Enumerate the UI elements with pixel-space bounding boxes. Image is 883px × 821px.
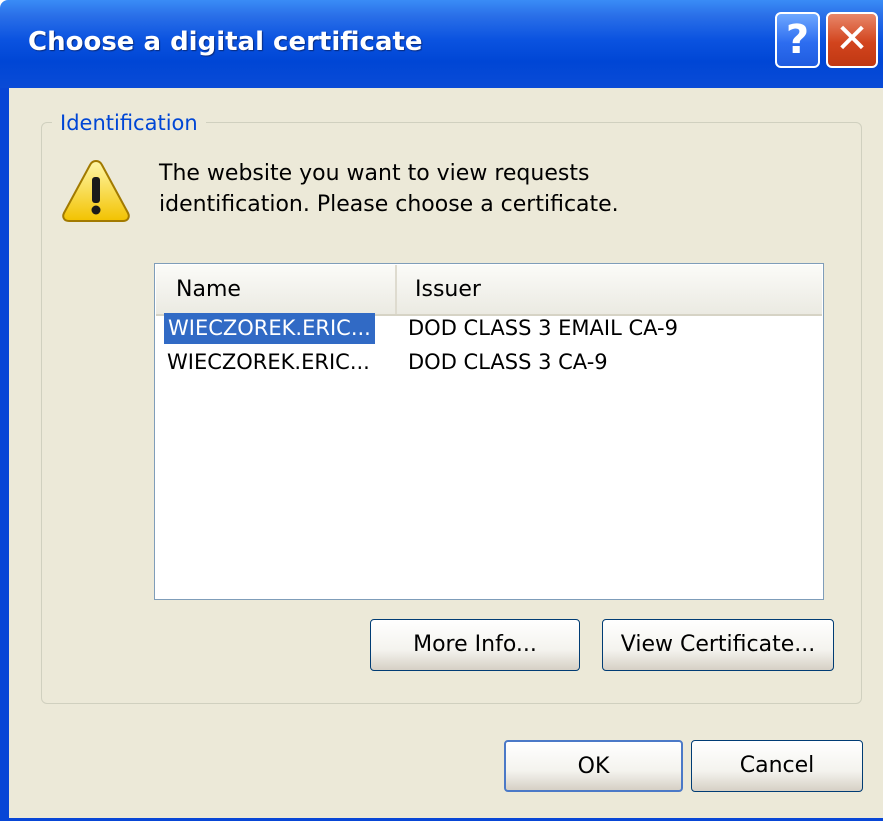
help-icon: ? bbox=[785, 17, 810, 63]
close-button[interactable]: ✕ bbox=[826, 12, 878, 68]
window-border-left bbox=[0, 88, 9, 821]
certificate-row[interactable]: WIECZOREK.ERIC... DOD CLASS 3 CA-9 bbox=[155, 347, 821, 378]
more-info-button[interactable]: More Info... bbox=[370, 619, 580, 671]
message-line-2: identification. Please choose a certific… bbox=[159, 192, 619, 217]
warning-icon bbox=[62, 159, 130, 222]
help-button[interactable]: ? bbox=[775, 12, 820, 68]
certificate-issuer: DOD CLASS 3 CA-9 bbox=[408, 350, 608, 374]
title-bar[interactable]: Choose a digital certificate ? ✕ bbox=[0, 0, 883, 88]
certificate-issuer: DOD CLASS 3 EMAIL CA-9 bbox=[408, 316, 678, 340]
column-header-issuer[interactable]: Issuer bbox=[397, 265, 822, 314]
view-certificate-button[interactable]: View Certificate... bbox=[602, 619, 834, 671]
dialog-title: Choose a digital certificate bbox=[28, 27, 423, 57]
list-header: Name Issuer bbox=[156, 265, 822, 316]
close-icon: ✕ bbox=[835, 16, 869, 62]
ok-button[interactable]: OK bbox=[504, 740, 683, 792]
identification-message: The website you want to view requests id… bbox=[159, 158, 759, 220]
column-header-name[interactable]: Name bbox=[156, 265, 397, 314]
certificate-name: WIECZOREK.ERIC... bbox=[167, 350, 370, 374]
certificate-row[interactable]: WIECZOREK.ERIC... DOD CLASS 3 EMAIL CA-9 bbox=[155, 313, 821, 344]
certificate-dialog: Choose a digital certificate ? ✕ Identif… bbox=[0, 0, 883, 821]
message-line-1: The website you want to view requests bbox=[159, 161, 590, 186]
cancel-button[interactable]: Cancel bbox=[691, 740, 863, 792]
certificate-name: WIECZOREK.ERIC... bbox=[164, 313, 375, 344]
groupbox-legend: Identification bbox=[52, 108, 206, 138]
